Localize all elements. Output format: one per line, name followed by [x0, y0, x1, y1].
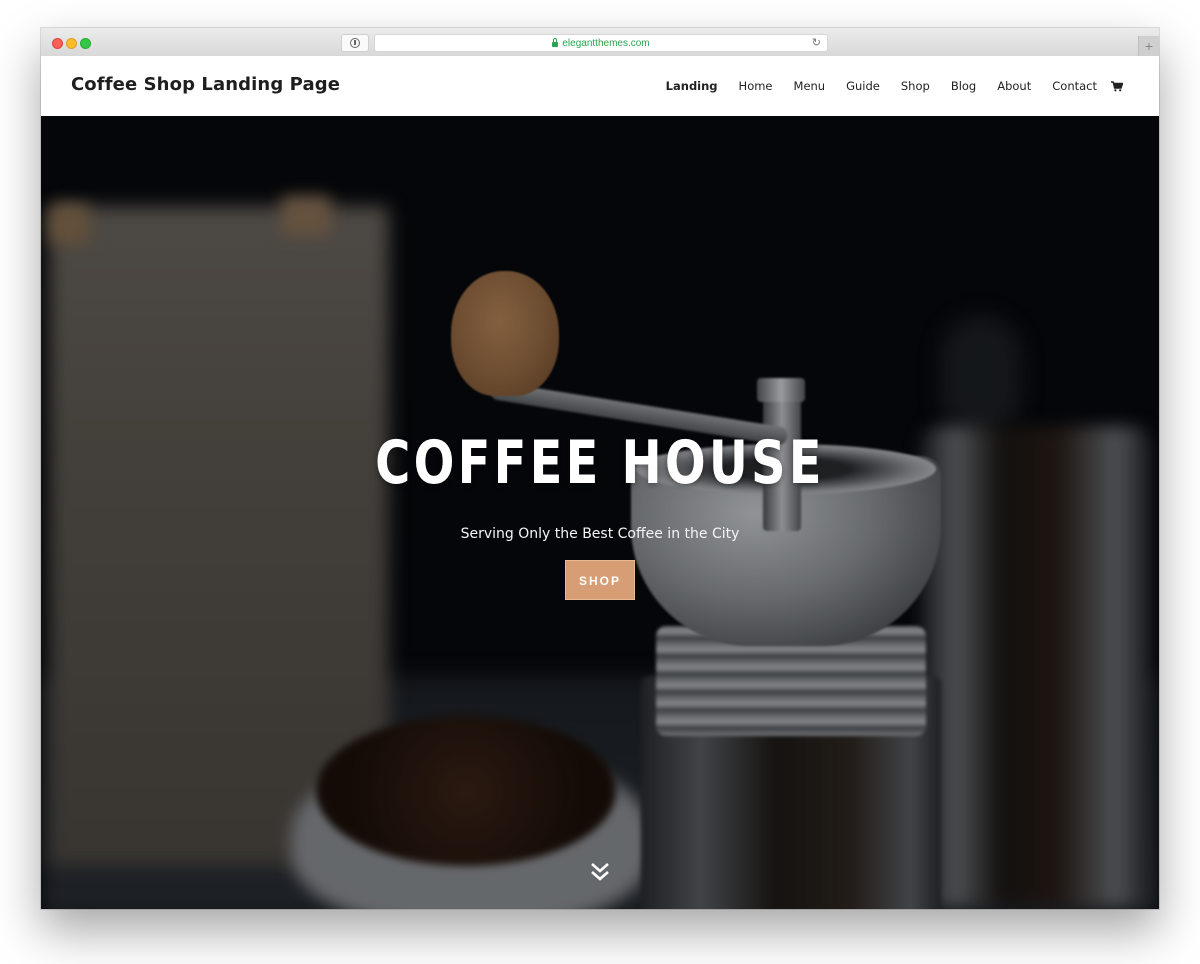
- nav-item-about[interactable]: About: [997, 79, 1031, 93]
- site-title[interactable]: Coffee Shop Landing Page: [71, 74, 340, 95]
- password-manager-icon: [350, 38, 360, 48]
- minimize-window-button[interactable]: [66, 38, 77, 49]
- shop-button[interactable]: SHOP: [565, 560, 635, 600]
- nav-item-guide[interactable]: Guide: [846, 79, 880, 93]
- password-manager-button[interactable]: [341, 34, 369, 52]
- hero-subtitle: Serving Only the Best Coffee in the City: [460, 526, 740, 542]
- url-text: elegantthemes.com: [562, 37, 650, 49]
- hero-content: COFFEE HOUSE Serving Only the Best Coffe…: [41, 428, 1159, 600]
- scroll-down-button[interactable]: [589, 860, 611, 884]
- nav-item-contact[interactable]: Contact: [1052, 79, 1097, 93]
- double-chevron-down-icon: [591, 863, 609, 881]
- nav-item-shop[interactable]: Shop: [901, 79, 930, 93]
- main-nav: Landing Home Menu Guide Shop Blog About …: [645, 79, 1123, 93]
- nav-item-blog[interactable]: Blog: [951, 79, 976, 93]
- hero-title: COFFEE HOUSE: [375, 428, 825, 498]
- shopping-cart-icon[interactable]: [1111, 81, 1123, 92]
- site-header: Coffee Shop Landing Page Landing Home Me…: [41, 56, 1159, 116]
- maximize-window-button[interactable]: [80, 38, 91, 49]
- address-bar[interactable]: elegantthemes.com ↻: [374, 34, 828, 52]
- nav-item-landing[interactable]: Landing: [666, 79, 718, 93]
- close-window-button[interactable]: [52, 38, 63, 49]
- new-tab-button[interactable]: +: [1138, 36, 1159, 56]
- reload-icon[interactable]: ↻: [812, 35, 821, 51]
- browser-window: elegantthemes.com ↻ + Coffee Shop Landin…: [41, 28, 1159, 909]
- nav-item-home[interactable]: Home: [739, 79, 773, 93]
- lock-icon: [552, 37, 559, 47]
- hero-section: COFFEE HOUSE Serving Only the Best Coffe…: [41, 116, 1159, 909]
- nav-item-menu[interactable]: Menu: [794, 79, 826, 93]
- browser-titlebar: elegantthemes.com ↻ +: [41, 28, 1159, 57]
